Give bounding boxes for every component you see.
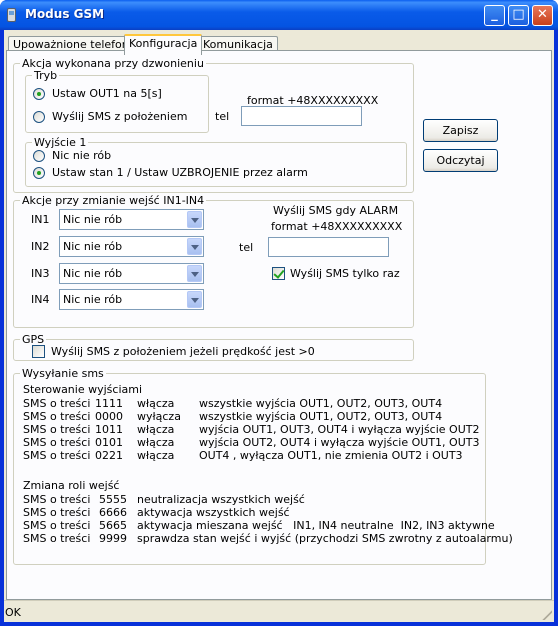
in2-label: IN2 xyxy=(31,240,50,253)
sms-desc: wszystkie wyjścia OUT1, OUT2, OUT3, OUT4 xyxy=(199,410,443,423)
resize-grip-icon[interactable] xyxy=(540,608,552,620)
in1-label: IN1 xyxy=(31,213,50,226)
title-bar[interactable]: Modus GSM _ □ ✕ xyxy=(0,0,558,30)
in3-label: IN3 xyxy=(31,267,50,280)
sms-desc: wyjścia OUT2, OUT4 i wyłącza wyjście OUT… xyxy=(199,436,480,449)
sms-code: 0101 xyxy=(95,436,123,449)
sms-desc: aktywacja mieszana wejść IN1, IN4 neutra… xyxy=(137,519,495,532)
in2-select[interactable]: Nic nie rób xyxy=(59,236,204,257)
mode-radio-out1[interactable] xyxy=(33,88,45,100)
sms-desc: wyjścia OUT1, OUT3, OUT4 i wyłącza wyjśc… xyxy=(199,423,480,436)
maximize-icon: □ xyxy=(512,7,525,22)
sms-once-checkbox[interactable] xyxy=(272,267,285,280)
tab-configuration[interactable]: Konfiguracja xyxy=(124,34,203,55)
sms-prefix: SMS o treści xyxy=(23,423,91,436)
alarm-tel-input[interactable] xyxy=(268,237,389,257)
mode-label-out1: Ustaw OUT1 na 5[s] xyxy=(52,87,162,100)
phone-icon xyxy=(7,8,16,22)
chevron-down-icon[interactable] xyxy=(187,211,202,228)
sms-prefix: SMS o treści xyxy=(23,532,91,545)
window-title: Modus GSM xyxy=(25,7,105,21)
status-text: OK xyxy=(5,606,21,619)
in4-value: Nic nie rób xyxy=(63,293,123,306)
alarm-format-label: format +48XXXXXXXXX xyxy=(271,220,403,233)
chevron-down-icon[interactable] xyxy=(187,265,202,282)
sms-code: 0000 xyxy=(95,410,123,423)
mode-legend: Tryb xyxy=(34,69,58,82)
alarm-sms-label: Wyślij SMS gdy ALARM xyxy=(273,204,399,217)
in3-select[interactable]: Nic nie rób xyxy=(59,263,204,284)
mode-label-sms: Wyślij SMS z położeniem xyxy=(52,110,188,123)
in4-label: IN4 xyxy=(31,293,50,306)
sms-prefix: SMS o treści xyxy=(23,506,91,519)
output1-label-arm: Ustaw stan 1 / Ustaw UZBROJENIE przez al… xyxy=(52,166,308,179)
gps-speed-checkbox[interactable] xyxy=(32,345,45,358)
gps-speed-label: Wyślij SMS z położeniem jeżeli prędkość … xyxy=(51,345,315,358)
maximize-button[interactable]: □ xyxy=(508,5,529,26)
sms-code: 5555 xyxy=(99,493,127,506)
input-changes-legend: Akcje przy zmianie wejść IN1-IN4 xyxy=(22,194,205,207)
in1-value: Nic nie rób xyxy=(63,213,123,226)
chevron-down-icon[interactable] xyxy=(187,238,202,255)
minimize-button[interactable]: _ xyxy=(484,5,505,26)
sms-once-label: Wyślij SMS tylko raz xyxy=(290,267,400,280)
configuration-panel: Akcja wykonana przy dzwonieniu Tryb Usta… xyxy=(6,50,552,600)
sms-prefix: SMS o treści xyxy=(23,493,91,506)
status-bar: OK xyxy=(4,600,554,622)
in1-select[interactable]: Nic nie rób xyxy=(59,209,204,230)
sms-desc: neutralizacja wszystkich wejść xyxy=(137,493,305,506)
sms-desc: aktywacja wszystkich wejść xyxy=(137,506,290,519)
chevron-down-icon[interactable] xyxy=(187,291,202,308)
sms-prefix: SMS o treści xyxy=(23,519,91,532)
close-icon: ✕ xyxy=(537,7,548,22)
call-tel-label: tel xyxy=(215,110,230,123)
sms-action: włącza xyxy=(137,423,175,436)
mode-radio-sms[interactable] xyxy=(33,111,45,123)
sms-action: włącza xyxy=(137,436,175,449)
save-button[interactable]: Zapisz xyxy=(423,119,498,142)
sms-prefix: SMS o treści xyxy=(23,397,91,410)
sms-prefix: SMS o treści xyxy=(23,436,91,449)
sms-code: 9999 xyxy=(99,532,127,545)
minimize-icon: _ xyxy=(491,7,498,22)
in2-value: Nic nie rób xyxy=(63,240,123,253)
output1-label-nothing: Nic nie rób xyxy=(52,149,112,162)
mode-group: Tryb xyxy=(25,69,209,133)
sms-code: 5665 xyxy=(99,519,127,532)
output1-radio-nothing[interactable] xyxy=(33,150,45,162)
sms-content: Sterowanie wyjściami SMS o treści 1111 włą… xyxy=(13,367,513,565)
sms-prefix: SMS o treści xyxy=(23,449,91,462)
sms-desc: sprawdza stan wejść i wyjść (przychodzi … xyxy=(137,532,513,545)
sms-code: 0221 xyxy=(95,449,123,462)
alarm-tel-label: tel xyxy=(239,241,254,254)
roles-heading: Zmiana roli wejść xyxy=(23,479,120,492)
sms-code: 1111 xyxy=(95,397,123,410)
sms-action: włącza xyxy=(137,397,175,410)
sms-desc: OUT4 , wyłącza OUT1, nie zmienia OUT2 i … xyxy=(199,449,463,462)
sms-action: wyłącza xyxy=(137,410,181,423)
sms-action: włącza xyxy=(137,449,175,462)
close-button[interactable]: ✕ xyxy=(532,5,553,26)
sms-desc: wszystkie wyjścia OUT1, OUT2, OUT3, OUT4 xyxy=(199,397,443,410)
sms-prefix: SMS o treści xyxy=(23,410,91,423)
sms-code: 1011 xyxy=(95,423,123,436)
call-tel-input[interactable] xyxy=(241,106,362,126)
outputs-heading: Sterowanie wyjściami xyxy=(23,383,143,396)
in4-select[interactable]: Nic nie rób xyxy=(59,289,204,310)
output1-legend: Wyjście 1 xyxy=(34,136,87,149)
output1-radio-arm[interactable] xyxy=(33,167,45,179)
sms-code: 6666 xyxy=(99,506,127,519)
read-button[interactable]: Odczytaj xyxy=(423,149,498,172)
in3-value: Nic nie rób xyxy=(63,267,123,280)
client-area: Upoważnione telefony Konfiguracja Komuni… xyxy=(4,30,554,622)
app-window: Modus GSM _ □ ✕ Upoważnione telefony Kon… xyxy=(0,0,558,626)
